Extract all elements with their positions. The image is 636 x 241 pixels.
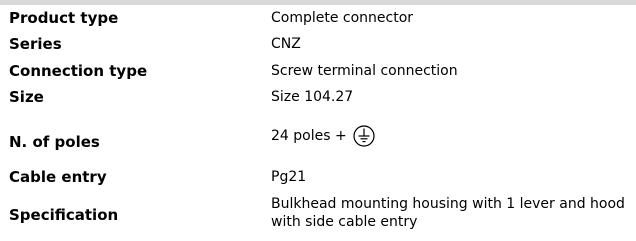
spec-value: Complete connector: [271, 10, 414, 26]
poles-text: 24 poles +: [271, 128, 347, 144]
spec-key: Cable entry: [9, 168, 107, 186]
spec-key: Product type: [9, 9, 119, 27]
spec-value: Size 104.27: [271, 89, 354, 105]
spec-key: Series: [9, 35, 62, 53]
spec-value: Bulkhead mounting housing with 1 lever a…: [271, 196, 625, 230]
spec-value: 24 poles +: [271, 125, 375, 152]
header-rule: [0, 0, 636, 5]
spec-value: Pg21: [271, 169, 307, 185]
spec-key: Specification: [9, 206, 119, 224]
protective-earth-ground-icon: [353, 125, 375, 152]
spec-key: Connection type: [9, 62, 148, 80]
spec-value: Screw terminal connection: [271, 63, 458, 79]
spec-key: Size: [9, 88, 44, 106]
spec-value: CNZ: [271, 36, 301, 52]
spec-key: N. of poles: [9, 133, 100, 151]
